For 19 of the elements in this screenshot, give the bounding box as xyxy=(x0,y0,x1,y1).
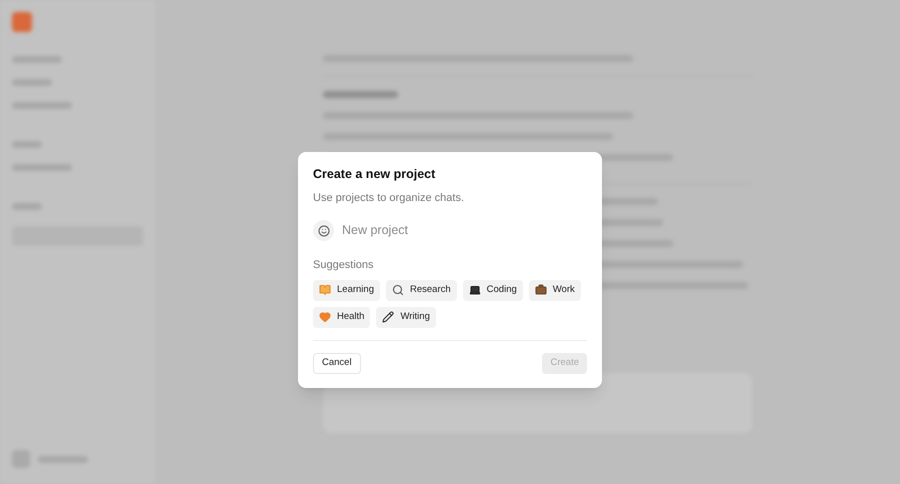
dialog-title: Create a new project xyxy=(313,166,436,183)
cancel-button[interactable]: Cancel xyxy=(313,352,361,374)
pencil-icon xyxy=(382,311,394,324)
smiley-icon xyxy=(318,224,330,237)
book-icon xyxy=(319,284,331,296)
suggestion-chip[interactable]: Learning xyxy=(313,280,380,301)
suggestions-label: Suggestions xyxy=(313,258,374,274)
magnifier-icon xyxy=(392,284,404,296)
suggestion-chip[interactable]: Writing xyxy=(376,306,436,328)
suggestion-chip[interactable]: Coding xyxy=(462,280,523,301)
briefcase-icon xyxy=(534,284,547,296)
laptop-icon xyxy=(468,284,481,296)
suggestion-chip[interactable]: Research xyxy=(386,280,457,301)
dialog-subtitle: Use projects to organize chats. xyxy=(313,190,464,206)
suggestion-chip[interactable]: Health xyxy=(313,306,370,328)
project-name-field[interactable]: New project xyxy=(342,221,587,240)
suggestion-chip[interactable]: Work xyxy=(528,280,581,301)
heart-icon xyxy=(319,311,331,324)
emoji-picker-button[interactable] xyxy=(313,220,334,242)
